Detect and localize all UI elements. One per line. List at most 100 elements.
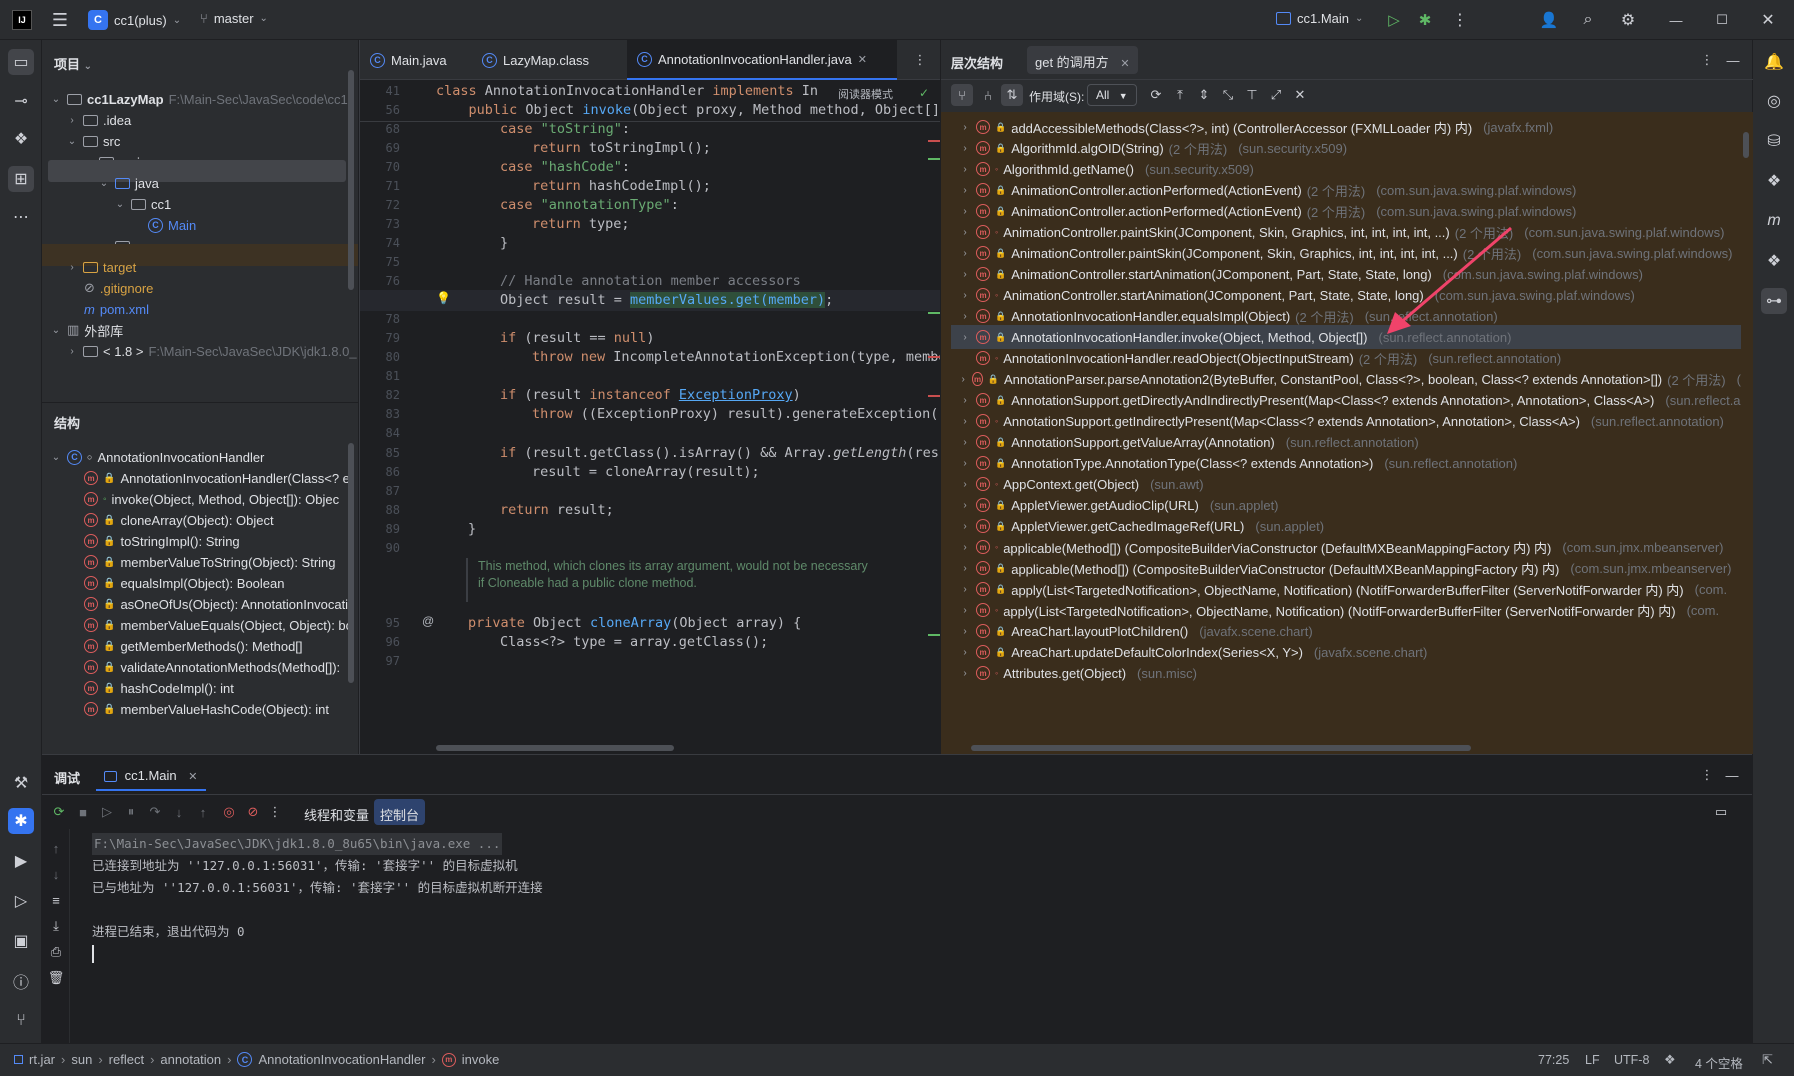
console-output[interactable]: F:\Main-Sec\JavaSec\JDK\jdk1.8.0_8u65\bi… bbox=[92, 833, 1732, 1033]
override-marker-icon[interactable]: @ bbox=[422, 614, 434, 628]
project-folder-icon[interactable]: ▭ bbox=[8, 49, 34, 75]
services-icon[interactable]: ▶ bbox=[8, 848, 34, 874]
step-out-icon[interactable]: ↑ bbox=[192, 801, 214, 823]
more-debug-actions-icon[interactable]: ⋮ bbox=[264, 801, 286, 823]
breadcrumb-item[interactable]: invoke bbox=[462, 1052, 500, 1067]
breadcrumb-item[interactable]: annotation bbox=[160, 1052, 221, 1067]
git-icon[interactable]: ⑂ bbox=[8, 1008, 34, 1034]
panel-options-icon[interactable]: ⋮ bbox=[1697, 765, 1717, 785]
chevron-right-icon[interactable]: › bbox=[959, 605, 971, 616]
print-icon[interactable]: ⎙ bbox=[45, 941, 67, 963]
rerun-icon[interactable]: ⟳ bbox=[48, 801, 70, 823]
stop-icon[interactable]: ■ bbox=[72, 801, 94, 823]
callee-hierarchy-icon[interactable]: ⑂ bbox=[951, 84, 973, 106]
hierarchy-vertical-scrollbar[interactable] bbox=[1743, 132, 1749, 158]
chevron-right-icon[interactable]: › bbox=[959, 668, 971, 679]
chevron-right-icon[interactable]: › bbox=[959, 164, 971, 175]
tab-threads-variables[interactable]: 线程和变量 bbox=[304, 805, 369, 824]
chevron-right-icon[interactable]: › bbox=[959, 311, 971, 322]
tree-item-jdk[interactable]: › < 1.8 > F:\Main-Sec\JavaSec\JDK\jdk1.8… bbox=[66, 339, 356, 363]
run-tool-icon[interactable]: ▷ bbox=[8, 888, 34, 914]
sort-icon[interactable]: ⇅ bbox=[1001, 84, 1023, 106]
hierarchy-horizontal-scrollbar[interactable] bbox=[971, 745, 1471, 751]
structure-member[interactable]: m 🔒 memberValueHashCode(Object): int bbox=[84, 697, 329, 721]
ai-assistant-icon[interactable]: ◎ bbox=[1761, 88, 1787, 114]
inspection-ok-icon[interactable]: ✓ bbox=[919, 86, 929, 100]
reader-mode-label[interactable]: 阅读器模式 bbox=[835, 86, 896, 102]
close-tab-icon[interactable]: ✕ bbox=[858, 53, 867, 66]
chevron-right-icon[interactable]: › bbox=[959, 332, 971, 343]
maximize-icon[interactable]: ☐ bbox=[1710, 10, 1734, 30]
close-icon[interactable]: ✕ bbox=[1756, 10, 1780, 30]
plugin-icon[interactable]: ❖ bbox=[1761, 248, 1787, 274]
chevron-right-icon[interactable]: › bbox=[959, 542, 971, 553]
structure-scrollbar[interactable] bbox=[348, 443, 354, 683]
export-icon[interactable]: ⤢ bbox=[1265, 84, 1287, 106]
chevron-right-icon[interactable]: › bbox=[959, 290, 971, 301]
pin-icon[interactable]: ⊤ bbox=[1241, 84, 1263, 106]
debug-session-tab[interactable]: cc1.Main ✕ bbox=[96, 761, 206, 791]
caller-hierarchy-icon[interactable]: ⑃ bbox=[977, 84, 999, 106]
layout-settings-icon[interactable]: ▭ bbox=[1710, 801, 1732, 823]
debug-icon[interactable]: ✱ bbox=[1415, 10, 1435, 30]
tab-console[interactable]: 控制台 bbox=[374, 799, 426, 825]
close-hierarchy-icon[interactable]: ✕ bbox=[1289, 84, 1311, 106]
scope-dropdown[interactable]: All ▼ bbox=[1087, 84, 1137, 106]
step-into-icon[interactable]: ↓ bbox=[168, 801, 190, 823]
pause-icon[interactable]: ⏸ bbox=[120, 801, 142, 823]
run-config-selector[interactable]: cc1.Main ⌄ bbox=[1276, 11, 1363, 26]
panel-minimize-icon[interactable]: — bbox=[1723, 50, 1743, 70]
close-tab-icon[interactable]: ✕ bbox=[188, 771, 197, 783]
hierarchy-icon[interactable]: ⊶ bbox=[1761, 288, 1787, 314]
hierarchy-caller-row[interactable]: › m ◦ Attributes.get(Object) (sun.misc) bbox=[951, 661, 1741, 685]
chevron-right-icon[interactable]: › bbox=[959, 458, 971, 469]
refresh-icon[interactable]: ⟳ bbox=[1145, 84, 1167, 106]
chevron-right-icon[interactable]: › bbox=[959, 500, 971, 511]
close-tab-icon[interactable]: ✕ bbox=[1120, 58, 1129, 70]
resume-icon[interactable]: ▷ bbox=[96, 801, 118, 823]
mute-breakpoints-icon[interactable]: ⊘ bbox=[242, 801, 264, 823]
debug-bug-icon[interactable]: ✱ bbox=[8, 808, 34, 834]
bulb-icon[interactable]: 💡 bbox=[436, 291, 451, 305]
more-tools-icon[interactable]: ⋯ bbox=[8, 204, 34, 230]
tab-lazymap-class[interactable]: C LazyMap.class bbox=[472, 40, 599, 80]
maven-icon[interactable]: m bbox=[1761, 208, 1787, 234]
tab-more-icon[interactable]: ⋮ bbox=[910, 50, 930, 70]
tab-main-java[interactable]: C Main.java bbox=[360, 40, 457, 80]
more-actions-icon[interactable]: ⋮ bbox=[1450, 10, 1470, 30]
structure-icon[interactable]: ⊞ bbox=[8, 166, 34, 192]
project-scrollbar[interactable] bbox=[348, 70, 354, 290]
add-user-icon[interactable]: 👤 bbox=[1538, 10, 1560, 30]
terminal-icon[interactable]: ▣ bbox=[8, 928, 34, 954]
chevron-right-icon[interactable]: › bbox=[959, 626, 971, 637]
chevron-right-icon[interactable]: › bbox=[959, 521, 971, 532]
settings-gear-icon[interactable]: ⚙ bbox=[1618, 10, 1638, 30]
copilot-status-icon[interactable]: ❖ bbox=[1664, 1052, 1676, 1068]
expand-all-icon[interactable]: ⇕ bbox=[1193, 84, 1215, 106]
breadcrumb-item[interactable]: rt.jar bbox=[29, 1052, 55, 1067]
chevron-right-icon[interactable]: › bbox=[959, 185, 971, 196]
database-icon[interactable]: ⛁ bbox=[1761, 128, 1787, 154]
indent-setting[interactable]: 4 个空格 bbox=[1695, 1053, 1743, 1072]
panel-minimize-icon[interactable]: — bbox=[1722, 765, 1742, 785]
chevron-right-icon[interactable]: › bbox=[959, 416, 971, 427]
plugins-icon[interactable]: ❖ bbox=[8, 126, 34, 152]
run-icon[interactable]: ▷ bbox=[1384, 10, 1404, 30]
notifications-bell-icon[interactable]: 🔔 bbox=[1761, 49, 1787, 75]
chevron-right-icon[interactable]: › bbox=[959, 437, 971, 448]
main-menu-icon[interactable]: ☰ bbox=[50, 10, 70, 30]
branch-switcher[interactable]: ⑂ master ⌄ bbox=[200, 11, 268, 26]
collapse-all-icon[interactable]: ⤡ bbox=[1217, 84, 1239, 106]
project-switcher[interactable]: C cc1(plus) ⌄ bbox=[88, 10, 181, 30]
file-encoding[interactable]: UTF-8 bbox=[1614, 1053, 1649, 1067]
chevron-right-icon[interactable]: › bbox=[959, 206, 971, 217]
scroll-up-icon[interactable]: ↑ bbox=[45, 837, 67, 859]
breadcrumb-item[interactable]: AnnotationInvocationHandler bbox=[258, 1052, 425, 1067]
view-breakpoints-icon[interactable]: ◎ bbox=[218, 801, 240, 823]
breadcrumb-item[interactable]: sun bbox=[71, 1052, 92, 1067]
chevron-right-icon[interactable]: › bbox=[959, 143, 971, 154]
chevron-right-icon[interactable]: › bbox=[959, 395, 971, 406]
breadcrumb-item[interactable]: reflect bbox=[109, 1052, 144, 1067]
step-over-icon[interactable]: ↷ bbox=[144, 801, 166, 823]
search-icon[interactable]: ⌕ bbox=[1578, 10, 1598, 30]
